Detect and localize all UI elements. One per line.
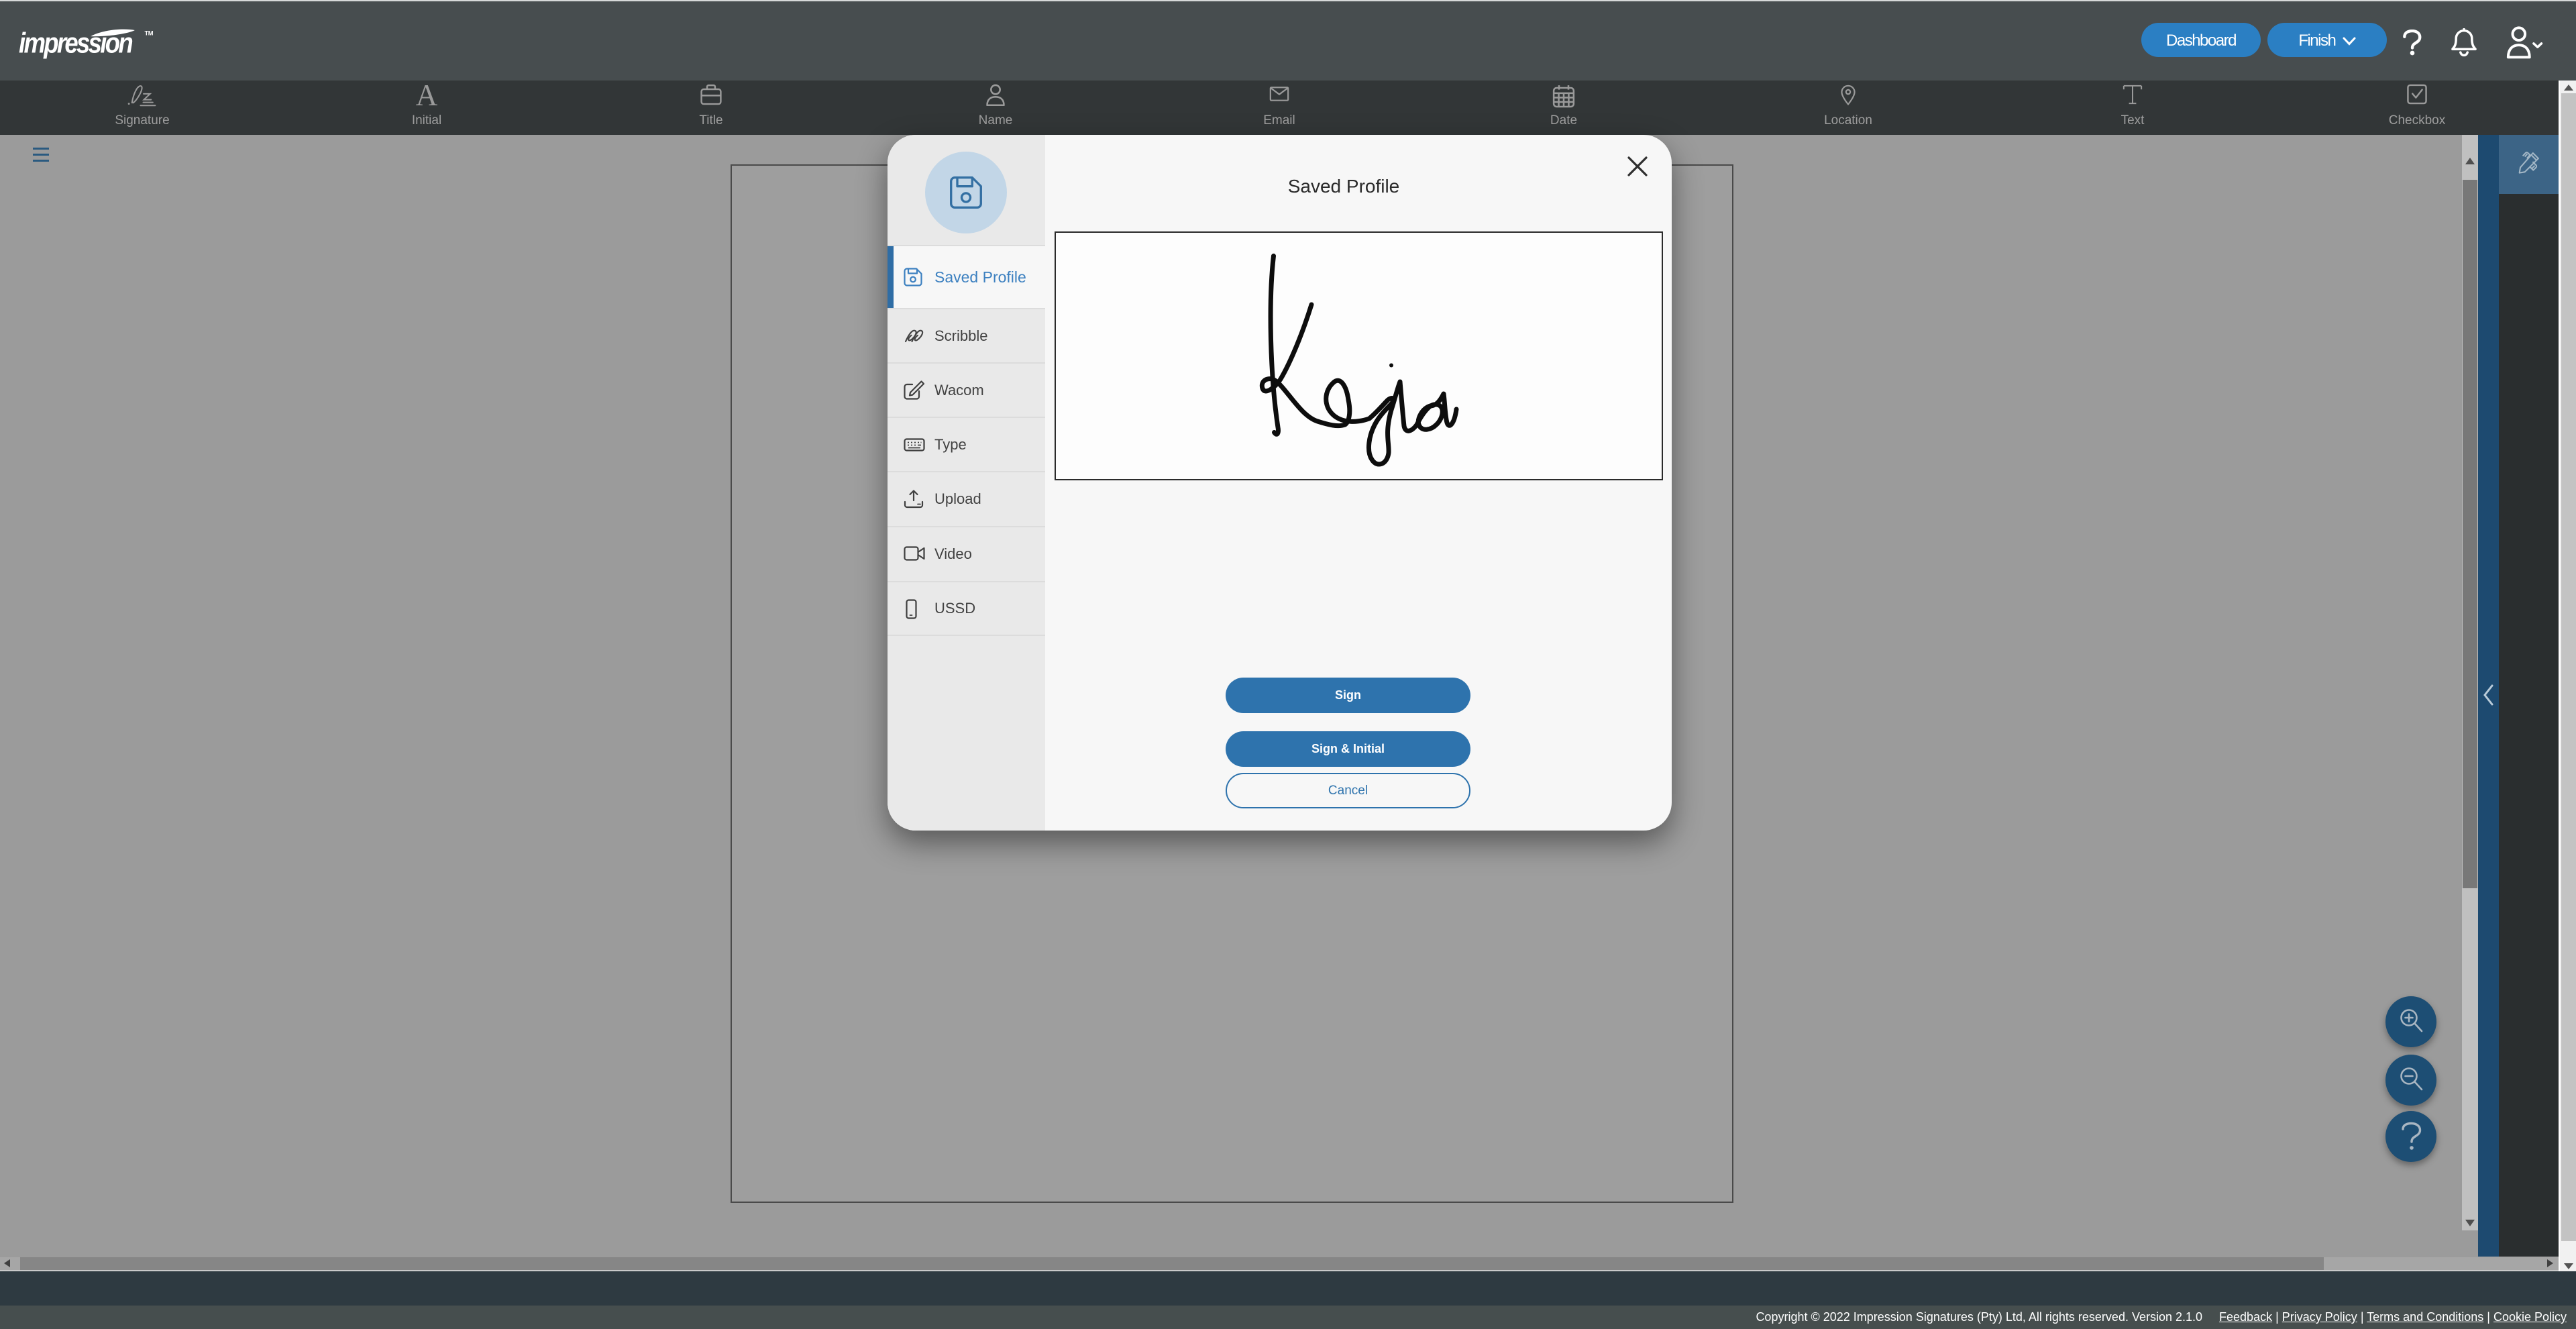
svg-text:A: A: [416, 78, 438, 109]
